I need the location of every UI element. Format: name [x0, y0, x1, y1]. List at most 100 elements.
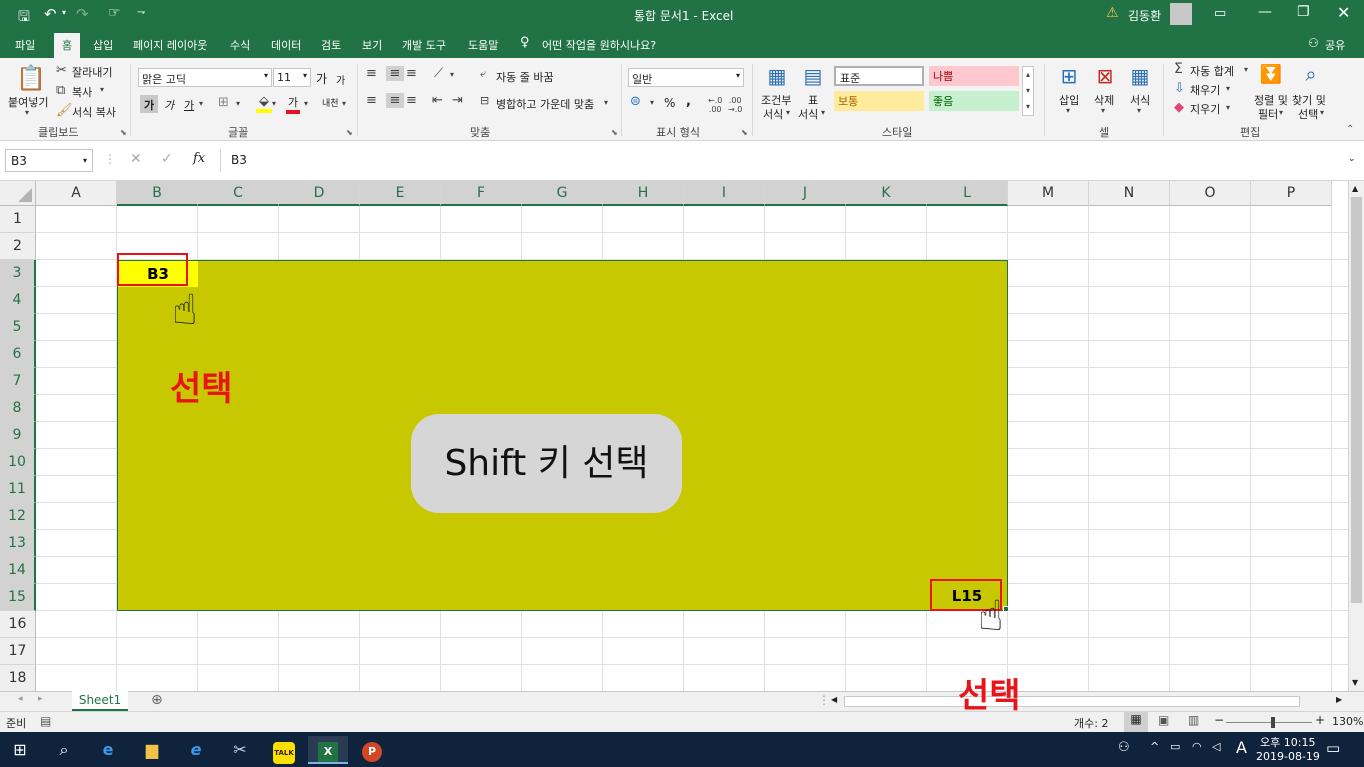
avatar[interactable]: [1170, 3, 1192, 25]
column-header-o[interactable]: O: [1170, 181, 1251, 206]
align-left-icon[interactable]: ≡: [366, 93, 377, 108]
row-header-11[interactable]: 11: [0, 476, 36, 503]
scroll-up-icon[interactable]: ▲: [1352, 184, 1358, 193]
find-dropdown-icon[interactable]: ▾: [1320, 108, 1324, 117]
powerpoint-taskbar-icon[interactable]: P: [352, 736, 392, 764]
collapse-ribbon-icon[interactable]: ⌃: [1346, 124, 1354, 135]
conditional-dropdown-icon[interactable]: ▾: [786, 108, 790, 117]
fill-color-dropdown-icon[interactable]: ▾: [272, 99, 276, 108]
fill-button[interactable]: 채우기: [1190, 82, 1220, 98]
row-header-4[interactable]: 4: [0, 287, 36, 314]
style-normal[interactable]: 표준: [834, 66, 924, 86]
style-good[interactable]: 좋음: [929, 91, 1019, 111]
tab-review[interactable]: 검토: [321, 37, 341, 53]
shrink-font-button[interactable]: 가: [336, 72, 345, 87]
tab-developer[interactable]: 개발 도구: [402, 37, 446, 53]
font-color-dropdown-icon[interactable]: ▾: [304, 99, 308, 108]
format-painter-button[interactable]: 서식 복사: [72, 104, 116, 120]
normal-view-icon[interactable]: ▦: [1124, 712, 1148, 732]
column-header-d[interactable]: D: [279, 181, 360, 206]
column-header-i[interactable]: I: [684, 181, 765, 206]
clock-time[interactable]: 오후 10:15: [1260, 734, 1315, 750]
name-box[interactable]: B3 ▾: [5, 149, 93, 172]
underline-button[interactable]: 가: [184, 97, 194, 113]
merge-dropdown-icon[interactable]: ▾: [604, 98, 608, 107]
format-dropdown-icon[interactable]: ▾: [1137, 106, 1141, 115]
user-name[interactable]: 김동환: [1128, 7, 1161, 24]
row-header-15[interactable]: 15: [0, 584, 36, 611]
column-header-e[interactable]: E: [360, 181, 441, 206]
share-button[interactable]: 공유: [1325, 37, 1345, 53]
sheet-tab-sheet1[interactable]: Sheet1: [72, 691, 128, 711]
paste-icon[interactable]: 📋: [16, 64, 46, 94]
bold-button[interactable]: 가: [140, 95, 158, 113]
page-break-view-icon[interactable]: ▥: [1188, 713, 1199, 727]
snipping-tool-icon[interactable]: ✂: [220, 736, 260, 764]
wrap-text-button[interactable]: 자동 줄 바꿈: [496, 69, 554, 85]
underline-dropdown-icon[interactable]: ▾: [199, 99, 203, 108]
tell-me-search[interactable]: 어떤 작업을 원하시나요?: [542, 37, 656, 53]
align-right-icon[interactable]: ≡: [406, 93, 417, 108]
accounting-format-icon[interactable]: ⊜: [630, 94, 641, 109]
styles-gallery-scroll[interactable]: ▴ ▾ ▾: [1022, 66, 1034, 116]
minimize-icon[interactable]: —: [1258, 4, 1272, 20]
column-header-p[interactable]: P: [1251, 181, 1332, 206]
vertical-scroll-thumb[interactable]: [1351, 197, 1362, 603]
row-header-8[interactable]: 8: [0, 395, 36, 422]
align-center-icon[interactable]: ≡: [386, 93, 404, 108]
style-bad[interactable]: 나쁨: [929, 66, 1019, 86]
people-icon[interactable]: ⚇: [1118, 740, 1130, 755]
tab-file[interactable]: 파일: [15, 37, 35, 53]
paste-dropdown-icon[interactable]: ▾: [25, 108, 29, 117]
percent-button[interactable]: %: [664, 96, 675, 110]
clipboard-launcher-icon[interactable]: ⬊: [120, 128, 127, 137]
row-header-17[interactable]: 17: [0, 638, 36, 665]
zoom-slider-thumb[interactable]: [1271, 717, 1275, 728]
fill-dropdown-icon[interactable]: ▾: [1226, 84, 1230, 93]
row-header-16[interactable]: 16: [0, 611, 36, 638]
spreadsheet-grid[interactable]: ABCDEFGHIJKLMNOP 1 2 3 4 5 6 7 8 9 10 11 12 13 14 15 16…: [0, 181, 1364, 692]
column-header-a[interactable]: A: [36, 181, 117, 206]
internet-explorer-icon[interactable]: e: [176, 736, 216, 764]
column-header-m[interactable]: M: [1008, 181, 1089, 206]
autosum-dropdown-icon[interactable]: ▾: [1244, 65, 1248, 74]
column-header-c[interactable]: C: [198, 181, 279, 206]
prev-sheet-icon[interactable]: ◂: [18, 694, 23, 704]
scroll-right-icon[interactable]: ▶: [1336, 695, 1342, 704]
fill-color-icon[interactable]: ⬙: [256, 94, 272, 113]
increase-decimal-icon[interactable]: ←.0.00: [708, 96, 722, 114]
tab-formulas[interactable]: 수식: [230, 37, 250, 53]
font-name-select[interactable]: 맑은 고딕 ▾: [138, 68, 272, 87]
column-header-g[interactable]: G: [522, 181, 603, 206]
autosum-button[interactable]: 자동 합계: [1190, 63, 1234, 79]
macro-record-icon[interactable]: ▤: [40, 714, 51, 728]
row-header-1[interactable]: 1: [0, 206, 36, 233]
tab-view[interactable]: 보기: [362, 37, 382, 53]
row-header-6[interactable]: 6: [0, 341, 36, 368]
zoom-level[interactable]: 130%: [1332, 715, 1363, 728]
column-header-k[interactable]: K: [846, 181, 927, 206]
cut-button[interactable]: 잘라내기: [72, 64, 112, 80]
notifications-icon[interactable]: ▭: [1326, 739, 1340, 757]
column-header-l[interactable]: L: [927, 181, 1008, 206]
wifi-icon[interactable]: ◠: [1192, 740, 1202, 753]
touch-mode-icon[interactable]: ☞: [108, 5, 121, 21]
clear-button[interactable]: 지우기: [1190, 101, 1220, 117]
phonetic-button[interactable]: 내천: [322, 96, 339, 109]
number-launcher-icon[interactable]: ⬊: [741, 128, 748, 137]
font-color-button[interactable]: 가: [286, 94, 300, 114]
delete-dropdown-icon[interactable]: ▾: [1101, 106, 1105, 115]
column-header-h[interactable]: H: [603, 181, 684, 206]
ime-indicator[interactable]: A: [1236, 738, 1247, 757]
zoom-slider[interactable]: [1226, 722, 1312, 723]
close-icon[interactable]: ✕: [1337, 3, 1350, 22]
decrease-decimal-icon[interactable]: .00 →.0: [728, 96, 742, 114]
copy-dropdown-icon[interactable]: ▾: [100, 85, 104, 94]
increase-indent-icon[interactable]: ⇥: [452, 93, 463, 108]
vertical-scrollbar[interactable]: ▲ ▼: [1348, 181, 1364, 691]
row-header-7[interactable]: 7: [0, 368, 36, 395]
undo-icon[interactable]: ↶: [44, 5, 57, 23]
kakaotalk-icon[interactable]: TALK: [264, 736, 304, 764]
table-dropdown-icon[interactable]: ▾: [821, 108, 825, 117]
italic-button[interactable]: 가: [164, 97, 174, 113]
